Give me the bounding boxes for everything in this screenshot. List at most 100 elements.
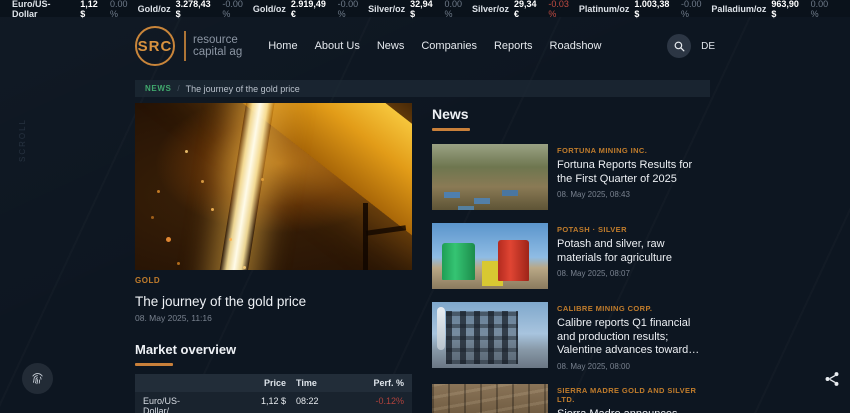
search-icon [674,41,685,51]
news-item-text: POTASH · SILVER Potash and silver, raw m… [557,223,710,289]
col-header-time: Time [296,378,317,388]
news-item-category: CALIBRE MINING CORP. [557,304,653,313]
nav-link[interactable]: Home [268,40,297,52]
ticker-price-value: 2.919,49 € [290,0,326,19]
article-title: The journey of the gold price [135,294,307,309]
news-item-title: Sierra Madre announces positive Q1 2025 … [557,408,710,413]
share-icon [825,372,839,386]
ticker-item[interactable]: Platinum/oz 1.003,38 $ -0.00 % [579,0,712,19]
row-performance: -0.12% [375,396,404,406]
header-actions: DE [667,34,715,58]
market-overview-table: Price Time Perf. % Euro/US-Dollar/ 1,12 … [135,374,412,413]
breadcrumb: NEWS / The journey of the gold price [135,80,710,97]
ticker-price-value: 963,90 $ [771,0,799,19]
ticker-price-value: 1,12 $ [80,0,98,19]
ticker-instrument-label: Platinum/oz [578,3,630,14]
logo-wordmark: resource capital ag [193,34,242,59]
news-sidebar: News FORTUNA MINING INC. Fortuna Reports… [432,106,710,413]
fingerprint-icon [32,373,43,385]
ticker-instrument-label: Gold/oz [137,3,171,14]
col-header-price: Price [263,378,286,388]
market-ticker-bar: Euro/US-Dollar 1,12 $ 0.00 % Gold/oz 3.2… [0,0,850,19]
news-item-date: 08. May 2025, 08:00 [557,361,630,371]
article-hero-image [135,103,412,270]
ticker-change-percent: -0.00 % [337,0,359,19]
news-list-item[interactable]: POTASH · SILVER Potash and silver, raw m… [432,223,710,289]
search-button[interactable] [667,34,692,58]
table-row: Euro/US-Dollar/ 1,12 $ 08:22 -0.12% [135,392,412,413]
news-item-text: CALIBRE MINING CORP. Calibre reports Q1 … [557,302,710,371]
ticker-price-value: 32,94 $ [410,0,433,19]
news-item-category: POTASH · SILVER [557,225,627,234]
news-thumbnail [432,302,548,368]
heading-accent-underline [432,128,470,131]
language-switch[interactable]: DE [701,41,715,52]
row-time: 08:22 [296,396,319,406]
ticker-change-percent: 0.00 % [810,0,829,19]
news-list-item[interactable]: SIERRA MADRE GOLD AND SILVER LTD. Sierra… [432,383,710,413]
accessibility-fingerprint-button[interactable] [22,363,53,394]
ticker-price-value: 1.003,38 $ [634,0,670,19]
breadcrumb-separator: / [177,84,180,93]
row-instrument-name: Euro/US-Dollar/ [143,396,181,413]
hero-sparks [184,149,188,153]
ticker-price-value: 29,34 € [513,0,537,19]
breadcrumb-current: The journey of the gold price [185,83,300,94]
ticker-change-percent: 0.00 % [444,0,463,19]
ticker-instrument-label: Gold/oz [252,3,286,14]
news-item-text: FORTUNA MINING INC. Fortuna Reports Resu… [557,144,710,210]
news-heading: News [432,106,469,122]
market-overview-heading: Market overview [135,342,237,357]
nav-link[interactable]: About Us [315,40,360,52]
ticker-change-percent: -0.00 % [222,0,243,19]
ticker-instrument-label: Palladium/oz [711,3,767,14]
ticker-item[interactable]: Palladium/oz 963,90 $ 0.00 % [711,0,838,19]
ticker-item[interactable]: Silver/oz 32,94 $ 0.00 % [368,0,472,19]
news-list: FORTUNA MINING INC. Fortuna Reports Resu… [432,144,710,413]
news-list-item[interactable]: FORTUNA MINING INC. Fortuna Reports Resu… [432,144,710,210]
news-thumbnail [432,223,548,289]
ticker-price-value: 3.278,43 $ [175,0,211,19]
nav-link[interactable]: Reports [494,40,533,52]
ticker-item[interactable]: Silver/oz 29,34 € -0.03 % [472,0,579,19]
nav-link[interactable]: News [377,40,405,52]
logo-line1: resource [193,33,238,46]
logo-src-mark: SRC [135,26,175,66]
ticker-item[interactable]: Gold/oz 3.278,43 $ -0.00 % [138,0,253,19]
news-thumbnail [432,383,548,413]
news-thumbnail [432,144,548,210]
nav-link[interactable]: Roadshow [550,40,602,52]
hero-frame-shape [362,203,393,270]
news-item-date: 08. May 2025, 08:43 [557,190,630,199]
main-nav: Home About Us News Companies Reports Roa… [268,40,601,52]
scroll-indicator-label: SCROLL [18,118,27,163]
article-column: GOLD The journey of the gold price 08. M… [135,103,412,413]
nav-link[interactable]: Companies [421,40,477,52]
news-item-title: Potash and silver, raw materials for agr… [557,238,672,264]
ticker-item[interactable]: Gold/oz 2.919,49 € -0.00 % [253,0,368,19]
table-body: Euro/US-Dollar/ 1,12 $ 08:22 -0.12% [135,392,412,413]
news-item-category: SIERRA MADRE GOLD AND SILVER LTD. [557,385,697,404]
site-header: SRC resource capital ag Home About Us Ne… [135,17,715,75]
logo-line2: capital ag [193,46,243,58]
ticker-change-percent: -0.03 % [548,0,569,19]
logo[interactable]: SRC resource capital ag [135,26,242,66]
news-item-text: SIERRA MADRE GOLD AND SILVER LTD. Sierra… [557,384,710,413]
breadcrumb-section-link[interactable]: NEWS [145,84,171,93]
table-header-row: Price Time Perf. % [135,374,412,392]
ticker-change-percent: 0.00 % [109,0,128,19]
news-item-category: FORTUNA MINING INC. [557,146,648,155]
row-price: 1,12 $ [260,396,286,406]
news-item-date: 08. May 2025, 08:07 [557,269,630,278]
ticker-instrument-label: Silver/oz [471,3,509,14]
news-list-item[interactable]: CALIBRE MINING CORP. Calibre reports Q1 … [432,302,710,371]
heading-accent-underline [135,363,173,366]
article-date: 08. May 2025, 11:16 [135,313,212,323]
page: Euro/US-Dollar 1,12 $ 0.00 % Gold/oz 3.2… [0,0,850,413]
article-category[interactable]: GOLD [135,276,412,285]
ticker-instrument-label: Euro/US-Dollar [12,0,51,19]
share-button[interactable] [823,370,841,388]
news-item-title: Calibre reports Q1 financial and product… [557,317,691,356]
logo-divider [184,31,186,61]
ticker-item[interactable]: Euro/US-Dollar 1,12 $ 0.00 % [12,0,138,19]
